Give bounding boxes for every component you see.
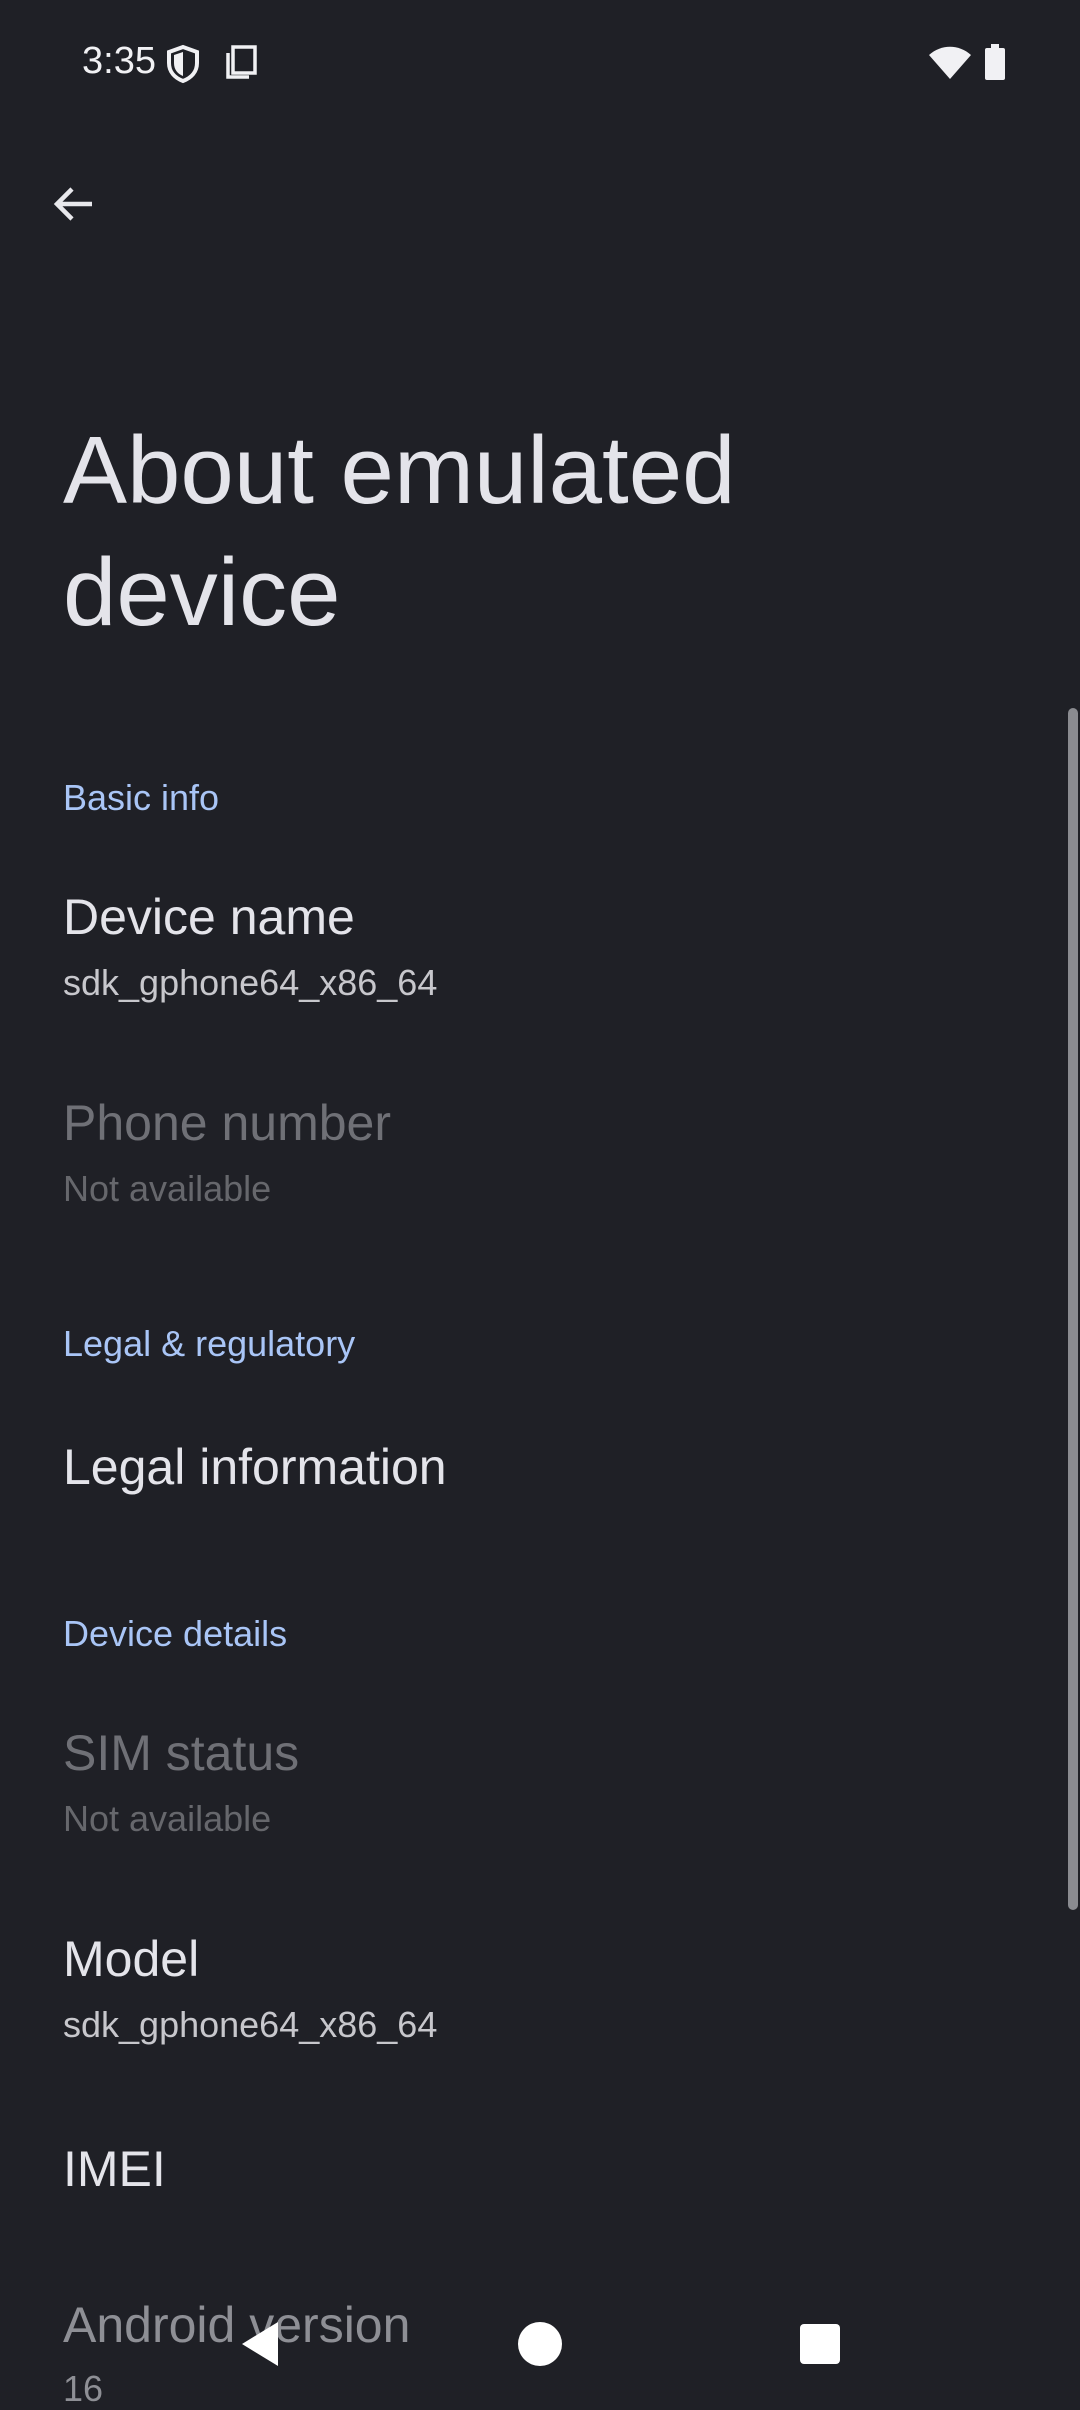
- page-title: About emulated device: [63, 417, 736, 646]
- pref-title: Device name: [63, 889, 355, 945]
- nav-home-button[interactable]: [490, 2294, 590, 2394]
- shield-icon: [166, 44, 200, 89]
- pref-summary: Not available: [63, 1798, 272, 1839]
- pref-summary: Not available: [63, 1168, 272, 1209]
- section-header-device-details: Device details: [63, 1613, 288, 1654]
- section-header-legal-regulatory: Legal & regulatory: [63, 1323, 356, 1364]
- pref-summary: sdk_gphone64_x86_64: [63, 2004, 438, 2045]
- arrow-back-icon: [53, 187, 92, 221]
- screenshot-icon: [224, 44, 258, 85]
- app-bar: [0, 128, 1080, 278]
- pref-title: IMEI: [63, 2141, 166, 2197]
- nav-recents-button[interactable]: [770, 2294, 870, 2394]
- pref-device-name[interactable]: Device name sdk_gphone64_x86_64: [0, 870, 1064, 1030]
- pref-model[interactable]: Model sdk_gphone64_x86_64: [0, 1912, 1064, 2072]
- section-header-basic-info: Basic info: [63, 777, 220, 818]
- pref-summary: sdk_gphone64_x86_64: [63, 962, 438, 1003]
- pref-title: SIM status: [63, 1725, 300, 1781]
- wifi-icon: [928, 46, 972, 85]
- pref-legal-information[interactable]: Legal information: [0, 1400, 1064, 1540]
- nav-recents-icon: [800, 2324, 840, 2364]
- nav-back-icon: [242, 2322, 278, 2366]
- pref-title: Model: [63, 1931, 200, 1987]
- pref-title: Legal information: [63, 1439, 447, 1495]
- nav-bar: [0, 2280, 1080, 2400]
- status-time: 3:35: [82, 40, 156, 82]
- scrollbar[interactable]: [1068, 708, 1078, 1910]
- nav-back-button[interactable]: [210, 2294, 310, 2394]
- pref-sim-status: SIM status Not available: [0, 1706, 1064, 1866]
- status-bar: 3:35: [0, 0, 1080, 128]
- battery-icon: [984, 44, 1006, 85]
- back-button[interactable]: [34, 164, 114, 244]
- pref-phone-number: Phone number Not available: [0, 1076, 1064, 1236]
- nav-home-icon: [518, 2322, 562, 2366]
- pref-title: Phone number: [63, 1095, 392, 1151]
- pref-imei[interactable]: IMEI: [0, 2118, 1064, 2228]
